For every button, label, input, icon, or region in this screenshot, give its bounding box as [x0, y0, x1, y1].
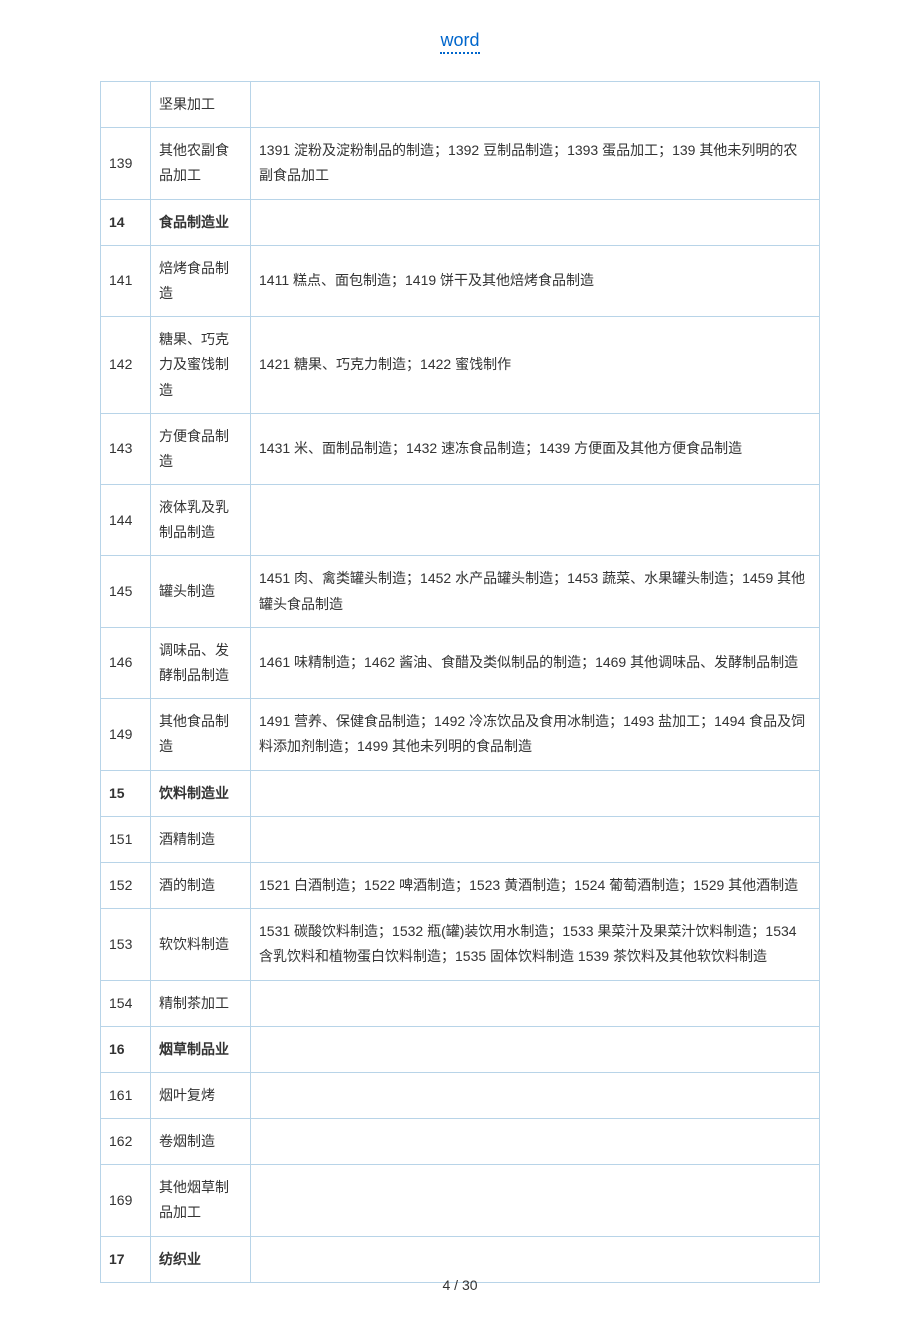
code-cell: 169	[101, 1165, 151, 1236]
name-cell: 烟草制品业	[151, 1026, 251, 1072]
header: word	[100, 30, 820, 51]
desc-cell: 1411 糕点、面包制造；1419 饼干及其他焙烤食品制造	[251, 245, 820, 316]
code-cell: 143	[101, 413, 151, 484]
name-cell: 液体乳及乳制品制造	[151, 485, 251, 556]
name-cell: 软饮料制造	[151, 909, 251, 980]
name-cell: 焙烤食品制造	[151, 245, 251, 316]
code-cell: 151	[101, 816, 151, 862]
desc-cell	[251, 816, 820, 862]
name-cell: 纺织业	[151, 1236, 251, 1282]
name-cell: 其他烟草制品加工	[151, 1165, 251, 1236]
desc-cell: 1391 淀粉及淀粉制品的制造；1392 豆制品制造；1393 蛋品加工；139…	[251, 128, 820, 199]
code-cell: 17	[101, 1236, 151, 1282]
code-cell: 15	[101, 770, 151, 816]
desc-cell	[251, 770, 820, 816]
name-cell: 调味品、发酵制品制造	[151, 627, 251, 698]
desc-cell: 1521 白酒制造；1522 啤酒制造；1523 黄酒制造；1524 葡萄酒制造…	[251, 862, 820, 908]
page-footer: 4 / 30	[0, 1277, 920, 1293]
name-cell: 方便食品制造	[151, 413, 251, 484]
desc-cell	[251, 1072, 820, 1118]
desc-cell	[251, 82, 820, 128]
table-row: 154精制茶加工	[101, 980, 820, 1026]
table-row: 17纺织业	[101, 1236, 820, 1282]
table-row: 142糖果、巧克力及蜜饯制造1421 糖果、巧克力制造；1422 蜜饯制作	[101, 317, 820, 414]
desc-cell	[251, 1119, 820, 1165]
table-row: 161烟叶复烤	[101, 1072, 820, 1118]
name-cell: 糖果、巧克力及蜜饯制造	[151, 317, 251, 414]
desc-cell: 1451 肉、禽类罐头制造；1452 水产品罐头制造；1453 蔬菜、水果罐头制…	[251, 556, 820, 627]
name-cell: 罐头制造	[151, 556, 251, 627]
name-cell: 精制茶加工	[151, 980, 251, 1026]
code-cell: 144	[101, 485, 151, 556]
table-row: 141焙烤食品制造1411 糕点、面包制造；1419 饼干及其他焙烤食品制造	[101, 245, 820, 316]
code-cell: 14	[101, 199, 151, 245]
code-cell: 142	[101, 317, 151, 414]
desc-cell	[251, 485, 820, 556]
table-row: 坚果加工	[101, 82, 820, 128]
table-row: 14食品制造业	[101, 199, 820, 245]
name-cell: 食品制造业	[151, 199, 251, 245]
code-cell: 162	[101, 1119, 151, 1165]
code-cell	[101, 82, 151, 128]
desc-cell	[251, 199, 820, 245]
code-cell: 16	[101, 1026, 151, 1072]
table-row: 149其他食品制造1491 营养、保健食品制造；1492 冷冻饮品及食用冰制造；…	[101, 699, 820, 770]
desc-cell: 1431 米、面制品制造；1432 速冻食品制造；1439 方便面及其他方便食品…	[251, 413, 820, 484]
desc-cell: 1531 碳酸饮料制造；1532 瓶(罐)装饮用水制造；1533 果菜汁及果菜汁…	[251, 909, 820, 980]
table-row: 139其他农副食品加工1391 淀粉及淀粉制品的制造；1392 豆制品制造；13…	[101, 128, 820, 199]
desc-cell	[251, 980, 820, 1026]
word-link[interactable]: word	[440, 30, 479, 54]
table-row: 144液体乳及乳制品制造	[101, 485, 820, 556]
table-row: 169其他烟草制品加工	[101, 1165, 820, 1236]
code-cell: 145	[101, 556, 151, 627]
code-cell: 152	[101, 862, 151, 908]
code-cell: 153	[101, 909, 151, 980]
name-cell: 卷烟制造	[151, 1119, 251, 1165]
name-cell: 饮料制造业	[151, 770, 251, 816]
table-row: 162卷烟制造	[101, 1119, 820, 1165]
name-cell: 其他食品制造	[151, 699, 251, 770]
table-row: 145罐头制造1451 肉、禽类罐头制造；1452 水产品罐头制造；1453 蔬…	[101, 556, 820, 627]
name-cell: 坚果加工	[151, 82, 251, 128]
code-cell: 141	[101, 245, 151, 316]
name-cell: 其他农副食品加工	[151, 128, 251, 199]
table-row: 153软饮料制造1531 碳酸饮料制造；1532 瓶(罐)装饮用水制造；1533…	[101, 909, 820, 980]
code-cell: 149	[101, 699, 151, 770]
table-row: 146调味品、发酵制品制造1461 味精制造；1462 酱油、食醋及类似制品的制…	[101, 627, 820, 698]
desc-cell: 1491 营养、保健食品制造；1492 冷冻饮品及食用冰制造；1493 盐加工；…	[251, 699, 820, 770]
name-cell: 烟叶复烤	[151, 1072, 251, 1118]
table-row: 16烟草制品业	[101, 1026, 820, 1072]
name-cell: 酒精制造	[151, 816, 251, 862]
table-row: 143方便食品制造1431 米、面制品制造；1432 速冻食品制造；1439 方…	[101, 413, 820, 484]
code-cell: 139	[101, 128, 151, 199]
desc-cell	[251, 1165, 820, 1236]
code-cell: 154	[101, 980, 151, 1026]
desc-cell	[251, 1236, 820, 1282]
industry-table: 坚果加工139其他农副食品加工1391 淀粉及淀粉制品的制造；1392 豆制品制…	[100, 81, 820, 1283]
code-cell: 146	[101, 627, 151, 698]
desc-cell	[251, 1026, 820, 1072]
table-row: 15饮料制造业	[101, 770, 820, 816]
name-cell: 酒的制造	[151, 862, 251, 908]
desc-cell: 1461 味精制造；1462 酱油、食醋及类似制品的制造；1469 其他调味品、…	[251, 627, 820, 698]
table-row: 152酒的制造1521 白酒制造；1522 啤酒制造；1523 黄酒制造；152…	[101, 862, 820, 908]
code-cell: 161	[101, 1072, 151, 1118]
table-row: 151酒精制造	[101, 816, 820, 862]
desc-cell: 1421 糖果、巧克力制造；1422 蜜饯制作	[251, 317, 820, 414]
